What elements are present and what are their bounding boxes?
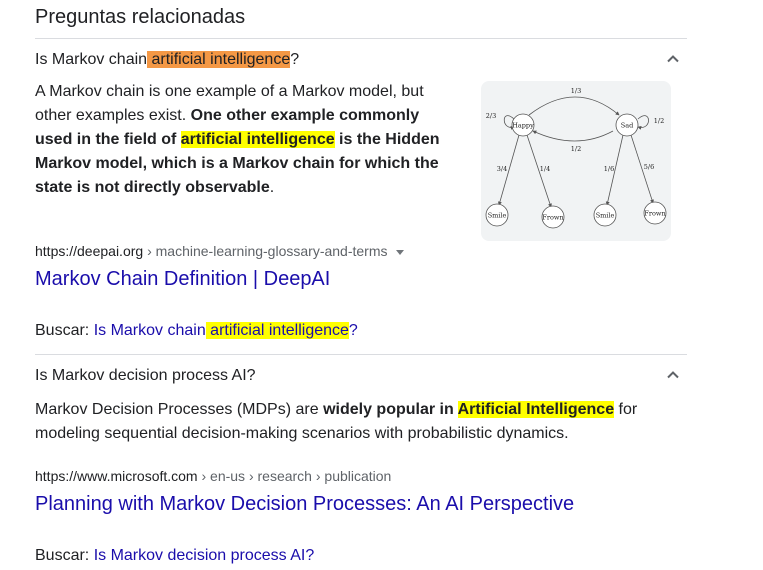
edge-sad-self: [637, 115, 649, 130]
source-1-domain: https://deepai.org: [35, 243, 144, 259]
question-2-text: Is Markov decision process AI?: [35, 367, 256, 384]
source-1-path: › machine-learning-glossary-and-terms: [143, 243, 388, 259]
source-url-2[interactable]: https://www.microsoft.com › en-us › rese…: [35, 466, 391, 486]
answer-2-highlight: Artificial Intelligence: [457, 401, 615, 418]
label-happy-frown: 1/4: [540, 165, 550, 173]
question-1-highlight: artificial intelligence: [147, 51, 291, 68]
search-1-link[interactable]: Is Markov chain artificial intelligence?: [94, 322, 358, 339]
section-title: Preguntas relacionadas: [35, 6, 246, 28]
outcome-smile-2-label: Smile: [596, 212, 615, 220]
answer-1: A Markov chain is one example of a Marko…: [35, 80, 445, 200]
question-1-text-start: Is Markov chain: [35, 51, 148, 68]
label-sad-frown: 5/6: [644, 163, 654, 171]
chevron-up-icon[interactable]: [665, 367, 681, 383]
answer-1-part-end: .: [269, 179, 275, 196]
source-url-1[interactable]: https://deepai.org › machine-learning-gl…: [35, 241, 404, 261]
search-suggestion-2: Buscar: Is Markov decision process AI?: [35, 545, 314, 567]
result-2-title-link[interactable]: Planning with Markov Decision Processes:…: [35, 491, 574, 517]
label-sad-self: 1/2: [654, 117, 664, 125]
label-sad-to-happy: 1/2: [571, 145, 581, 153]
search-1-link-highlight: artificial intelligence: [205, 322, 349, 339]
answer-2-bold: widely popular in: [323, 401, 458, 418]
question-1-text: Is Markov chain artificial intelligence?: [35, 49, 299, 71]
answer-1-highlight: artificial intelligence: [180, 131, 335, 148]
question-1-toggle[interactable]: Is Markov chain artificial intelligence?: [35, 39, 687, 79]
markov-chain-diagram: Happy Sad Smile Frown Smile Frown 1/3 1/…: [485, 87, 667, 229]
state-sad-label: Sad: [621, 122, 634, 130]
outcome-smile-1-label: Smile: [488, 212, 507, 220]
search-2-link[interactable]: Is Markov decision process AI?: [94, 547, 315, 564]
state-happy-label: Happy: [512, 122, 534, 130]
question-1-text-end: ?: [290, 51, 300, 68]
answer-2: Markov Decision Processes (MDPs) are wid…: [35, 398, 675, 446]
search-2-label: Buscar:: [35, 547, 94, 564]
question-2-toggle[interactable]: Is Markov decision process AI?: [35, 355, 687, 395]
label-happy-self: 2/3: [486, 112, 496, 120]
outcome-frown-2-label: Frown: [644, 210, 665, 218]
label-sad-smile: 1/6: [604, 165, 614, 173]
search-1-link-start: Is Markov chain: [93, 322, 206, 339]
answer-2-part-1: Markov Decision Processes (MDPs) are: [35, 401, 324, 418]
markov-chain-diagram-image[interactable]: Happy Sad Smile Frown Smile Frown 1/3 1/…: [481, 81, 671, 241]
caret-down-icon[interactable]: [395, 249, 404, 255]
edge-sad-to-happy: [532, 130, 614, 142]
search-1-link-end: ?: [348, 322, 358, 339]
source-2-path: › en-us › research › publication: [197, 468, 392, 484]
label-happy-to-sad: 1/3: [571, 87, 581, 95]
source-2-domain: https://www.microsoft.com: [35, 468, 198, 484]
label-happy-smile: 3/4: [497, 165, 507, 173]
search-suggestion-1: Buscar: Is Markov chain artificial intel…: [35, 320, 358, 342]
chevron-up-icon[interactable]: [665, 51, 681, 67]
edge-happy-to-sad: [528, 96, 620, 116]
search-1-label: Buscar:: [35, 322, 94, 339]
outcome-frown-1-label: Frown: [542, 214, 563, 222]
result-1-title-link[interactable]: Markov Chain Definition | DeepAI: [35, 266, 330, 292]
